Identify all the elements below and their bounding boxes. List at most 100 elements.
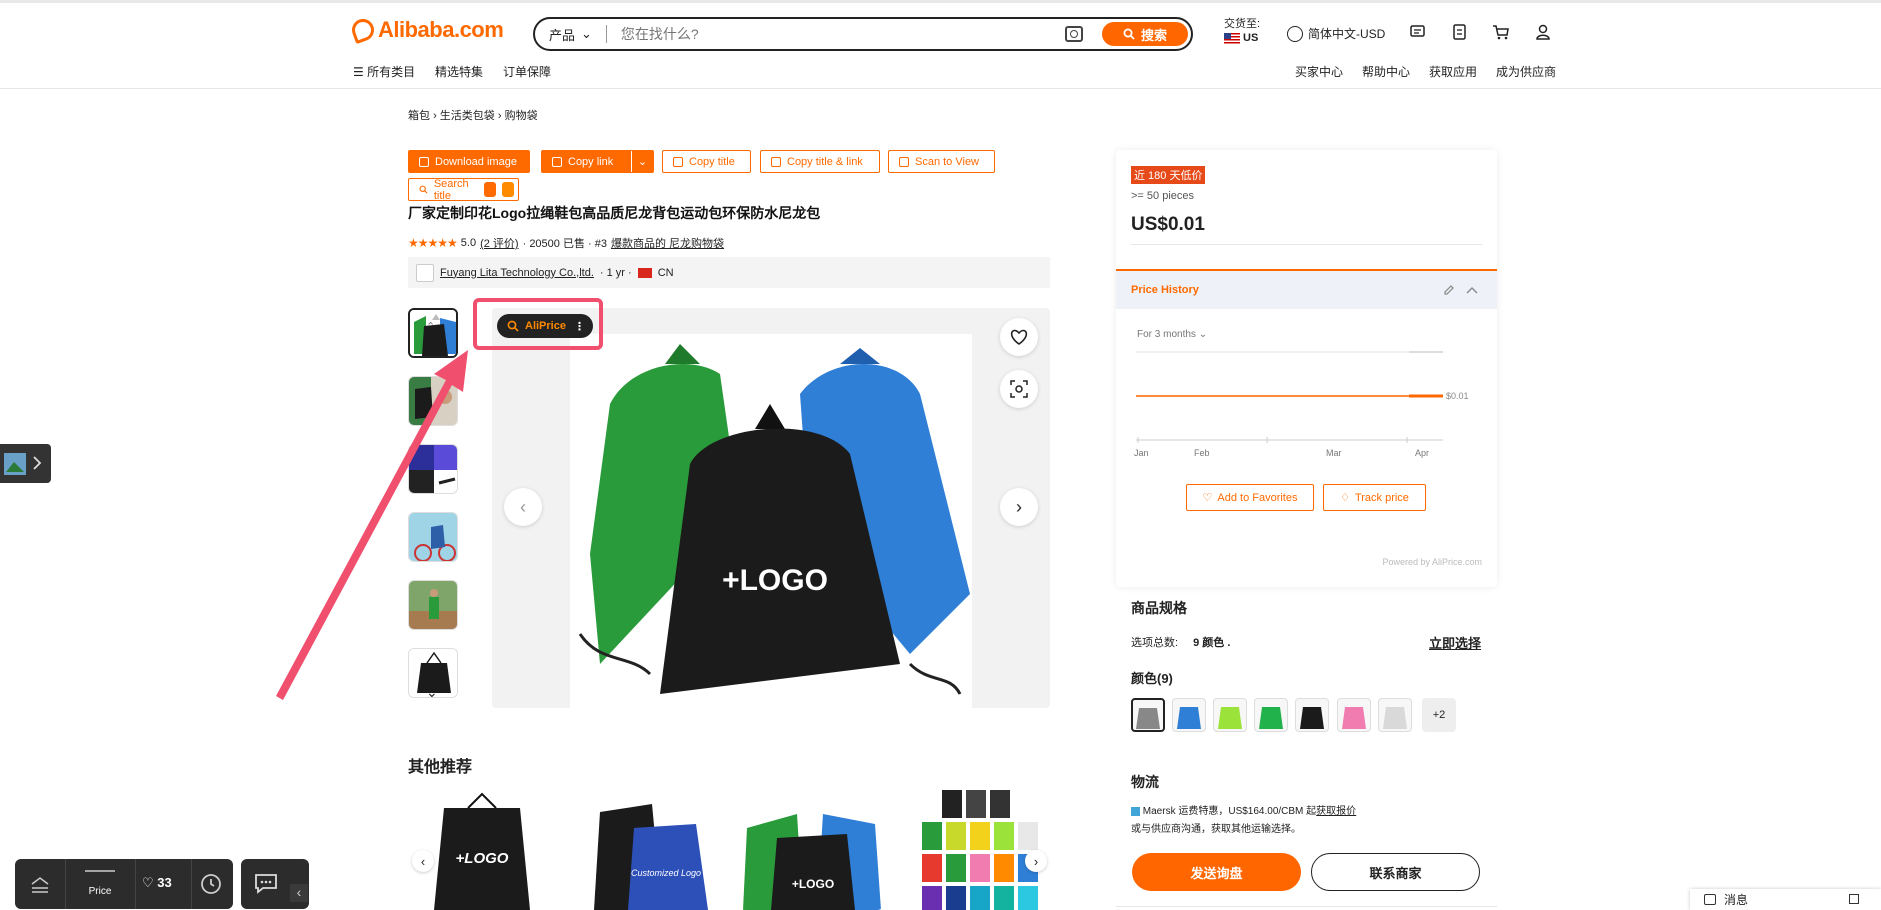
search-input[interactable] (620, 26, 1061, 42)
nav-featured[interactable]: 精选特集 (435, 63, 483, 80)
recommend-image: +LOGO (737, 788, 885, 910)
color-swatch[interactable] (1213, 698, 1247, 732)
breadcrumb-item[interactable]: 购物袋 (505, 110, 538, 122)
nav-become-supplier[interactable]: 成为供应商 (1496, 63, 1556, 80)
recommend-prev-button[interactable]: ‹ (412, 850, 434, 872)
breadcrumb: 箱包 › 生活类包袋 › 购物袋 (408, 107, 538, 123)
expand-icon[interactable] (1849, 894, 1859, 904)
history-icon[interactable] (199, 872, 223, 896)
nav-buyer-center[interactable]: 买家中心 (1295, 63, 1343, 80)
chevron-right-icon: › (433, 110, 440, 122)
lowest-price-badge: 近 180 天低价 (1131, 166, 1206, 184)
sold-count: · 20500 已售 · #3 (522, 238, 607, 250)
taobao-icon[interactable] (483, 182, 496, 197)
price-panel: 近 180 天低价 >= 50 pieces US$0.01 Price His… (1116, 150, 1497, 587)
nav-order-protection[interactable]: 订单保障 (503, 63, 551, 80)
orders-icon[interactable] (1451, 23, 1469, 41)
main-product-image[interactable]: +LOGO (570, 334, 972, 708)
chevron-down-icon[interactable]: ⌄ (631, 151, 653, 172)
user-icon[interactable] (1534, 23, 1552, 41)
download-image-label: Download image (435, 155, 517, 168)
copy-icon (771, 156, 781, 167)
nav-get-app[interactable]: 获取应用 (1429, 63, 1477, 80)
breadcrumb-item[interactable]: 箱包 (408, 110, 430, 122)
search-button[interactable]: 搜索 (1102, 22, 1188, 46)
alibaba-logo[interactable]: Alibaba.com (348, 15, 504, 45)
divider (135, 859, 136, 909)
thumbnail[interactable] (408, 444, 458, 494)
chevron-down-icon[interactable]: ⌄ (426, 684, 438, 701)
add-to-favorites-button[interactable]: ♡ Add to Favorites (1186, 484, 1314, 511)
aliprice-button[interactable]: AliPrice ⋮ (497, 314, 593, 338)
scan-to-view-button[interactable]: Scan to View (888, 150, 995, 173)
favorite-button[interactable] (1000, 318, 1038, 356)
copy-link-button[interactable]: Copy link ⌄ (541, 150, 654, 173)
search-icon (1123, 28, 1135, 40)
us-flag-icon (1224, 32, 1240, 44)
color-swatch[interactable] (1295, 698, 1329, 732)
edit-icon[interactable] (1443, 284, 1455, 296)
color-swatch[interactable] (1172, 698, 1206, 732)
deliver-to[interactable]: 交货至: US (1224, 17, 1260, 45)
more-icon[interactable]: ⋮ (574, 320, 585, 333)
track-price-button[interactable]: ♢ Track price (1323, 484, 1426, 511)
language-selector[interactable]: 简体中文-USD (1287, 25, 1385, 42)
side-floating-tab[interactable] (0, 444, 51, 483)
search-title-button[interactable]: Search title (408, 178, 519, 202)
chevron-left-icon[interactable]: ‹ (290, 884, 308, 902)
range-select[interactable]: For 3 months ⌄ (1137, 329, 1207, 340)
image-search-button[interactable] (1000, 370, 1038, 408)
message-bar[interactable]: 消息 (1690, 889, 1881, 910)
color-swatch[interactable] (1131, 698, 1165, 732)
color-swatch[interactable] (1378, 698, 1412, 732)
thumbnail[interactable] (408, 580, 458, 630)
select-now-link[interactable]: 立即选择 (1429, 633, 1481, 652)
thumbnail[interactable] (408, 376, 458, 426)
nav-all-categories[interactable]: ☰ 所有类目 (353, 63, 415, 80)
bell-icon: ♢ (1340, 492, 1350, 504)
chat-button[interactable]: ‹ (241, 859, 309, 909)
supplier-row: Fuyang Lita Technology Co.,ltd. · 1 yr ·… (408, 257, 1050, 288)
send-inquiry-button[interactable]: 发送询盘 (1132, 853, 1301, 891)
1688-icon[interactable] (501, 182, 514, 197)
more-colors-button[interactable]: +2 (1422, 698, 1456, 732)
thumbnail[interactable] (408, 308, 458, 358)
chevron-up-icon[interactable] (1466, 285, 1478, 295)
next-image-button[interactable]: › (1000, 488, 1038, 526)
copy-title-button[interactable]: Copy title (662, 150, 751, 173)
main-image-gallery: +LOGO ‹ › (492, 308, 1050, 708)
product-title: 厂家定制印花Logo拉绳鞋包高品质尼龙背包运动包环保防水尼龙包 (408, 205, 821, 221)
supplier-name-link[interactable]: Fuyang Lita Technology Co.,ltd. (440, 267, 594, 279)
prev-image-button[interactable]: ‹ (504, 488, 542, 526)
contact-supplier-button[interactable]: 联系商家 (1311, 853, 1480, 891)
recommend-card[interactable]: +LOGO (737, 788, 885, 910)
recommend-card[interactable]: Customized Logo (572, 788, 720, 910)
recommend-card[interactable] (902, 788, 1050, 910)
camera-search-icon[interactable] (1065, 26, 1083, 42)
nav-help-center[interactable]: 帮助中心 (1362, 63, 1410, 80)
swatch-image (1300, 707, 1324, 729)
recommend-card[interactable]: +LOGO (408, 788, 556, 910)
rank-link[interactable]: 爆款商品的 尼龙购物袋 (611, 235, 724, 251)
price-tool-button[interactable]: Price (70, 865, 130, 905)
message-icon[interactable] (1409, 23, 1427, 41)
reviews-link[interactable]: (2 评价) (480, 235, 519, 251)
chevron-down-icon: ⌄ (581, 26, 592, 41)
get-quote-link[interactable]: 获取报价 (1316, 806, 1356, 817)
collapse-icon[interactable] (28, 872, 52, 896)
product-photo: +LOGO (578, 344, 970, 695)
likes-button[interactable]: ♡ 33 (142, 875, 172, 891)
color-swatch[interactable] (1254, 698, 1288, 732)
chevron-up-icon[interactable]: ⌃ (426, 320, 435, 333)
copy-icon (673, 156, 683, 167)
copy-title-link-button[interactable]: Copy title & link (760, 150, 880, 173)
search-category-select[interactable]: 产品 ⌄ (549, 25, 592, 44)
download-image-button[interactable]: Download image (408, 150, 530, 173)
color-swatch[interactable] (1337, 698, 1371, 732)
rating-row: ★★★★★ 5.0 (2 评价) · 20500 已售 · #3 爆款商品的 尼… (408, 235, 724, 251)
breadcrumb-item[interactable]: 生活类包袋 (440, 110, 495, 122)
chat-icon (255, 874, 277, 894)
thumbnail[interactable] (408, 512, 458, 562)
recommend-next-button[interactable]: › (1025, 850, 1047, 872)
cart-icon[interactable] (1492, 23, 1510, 41)
